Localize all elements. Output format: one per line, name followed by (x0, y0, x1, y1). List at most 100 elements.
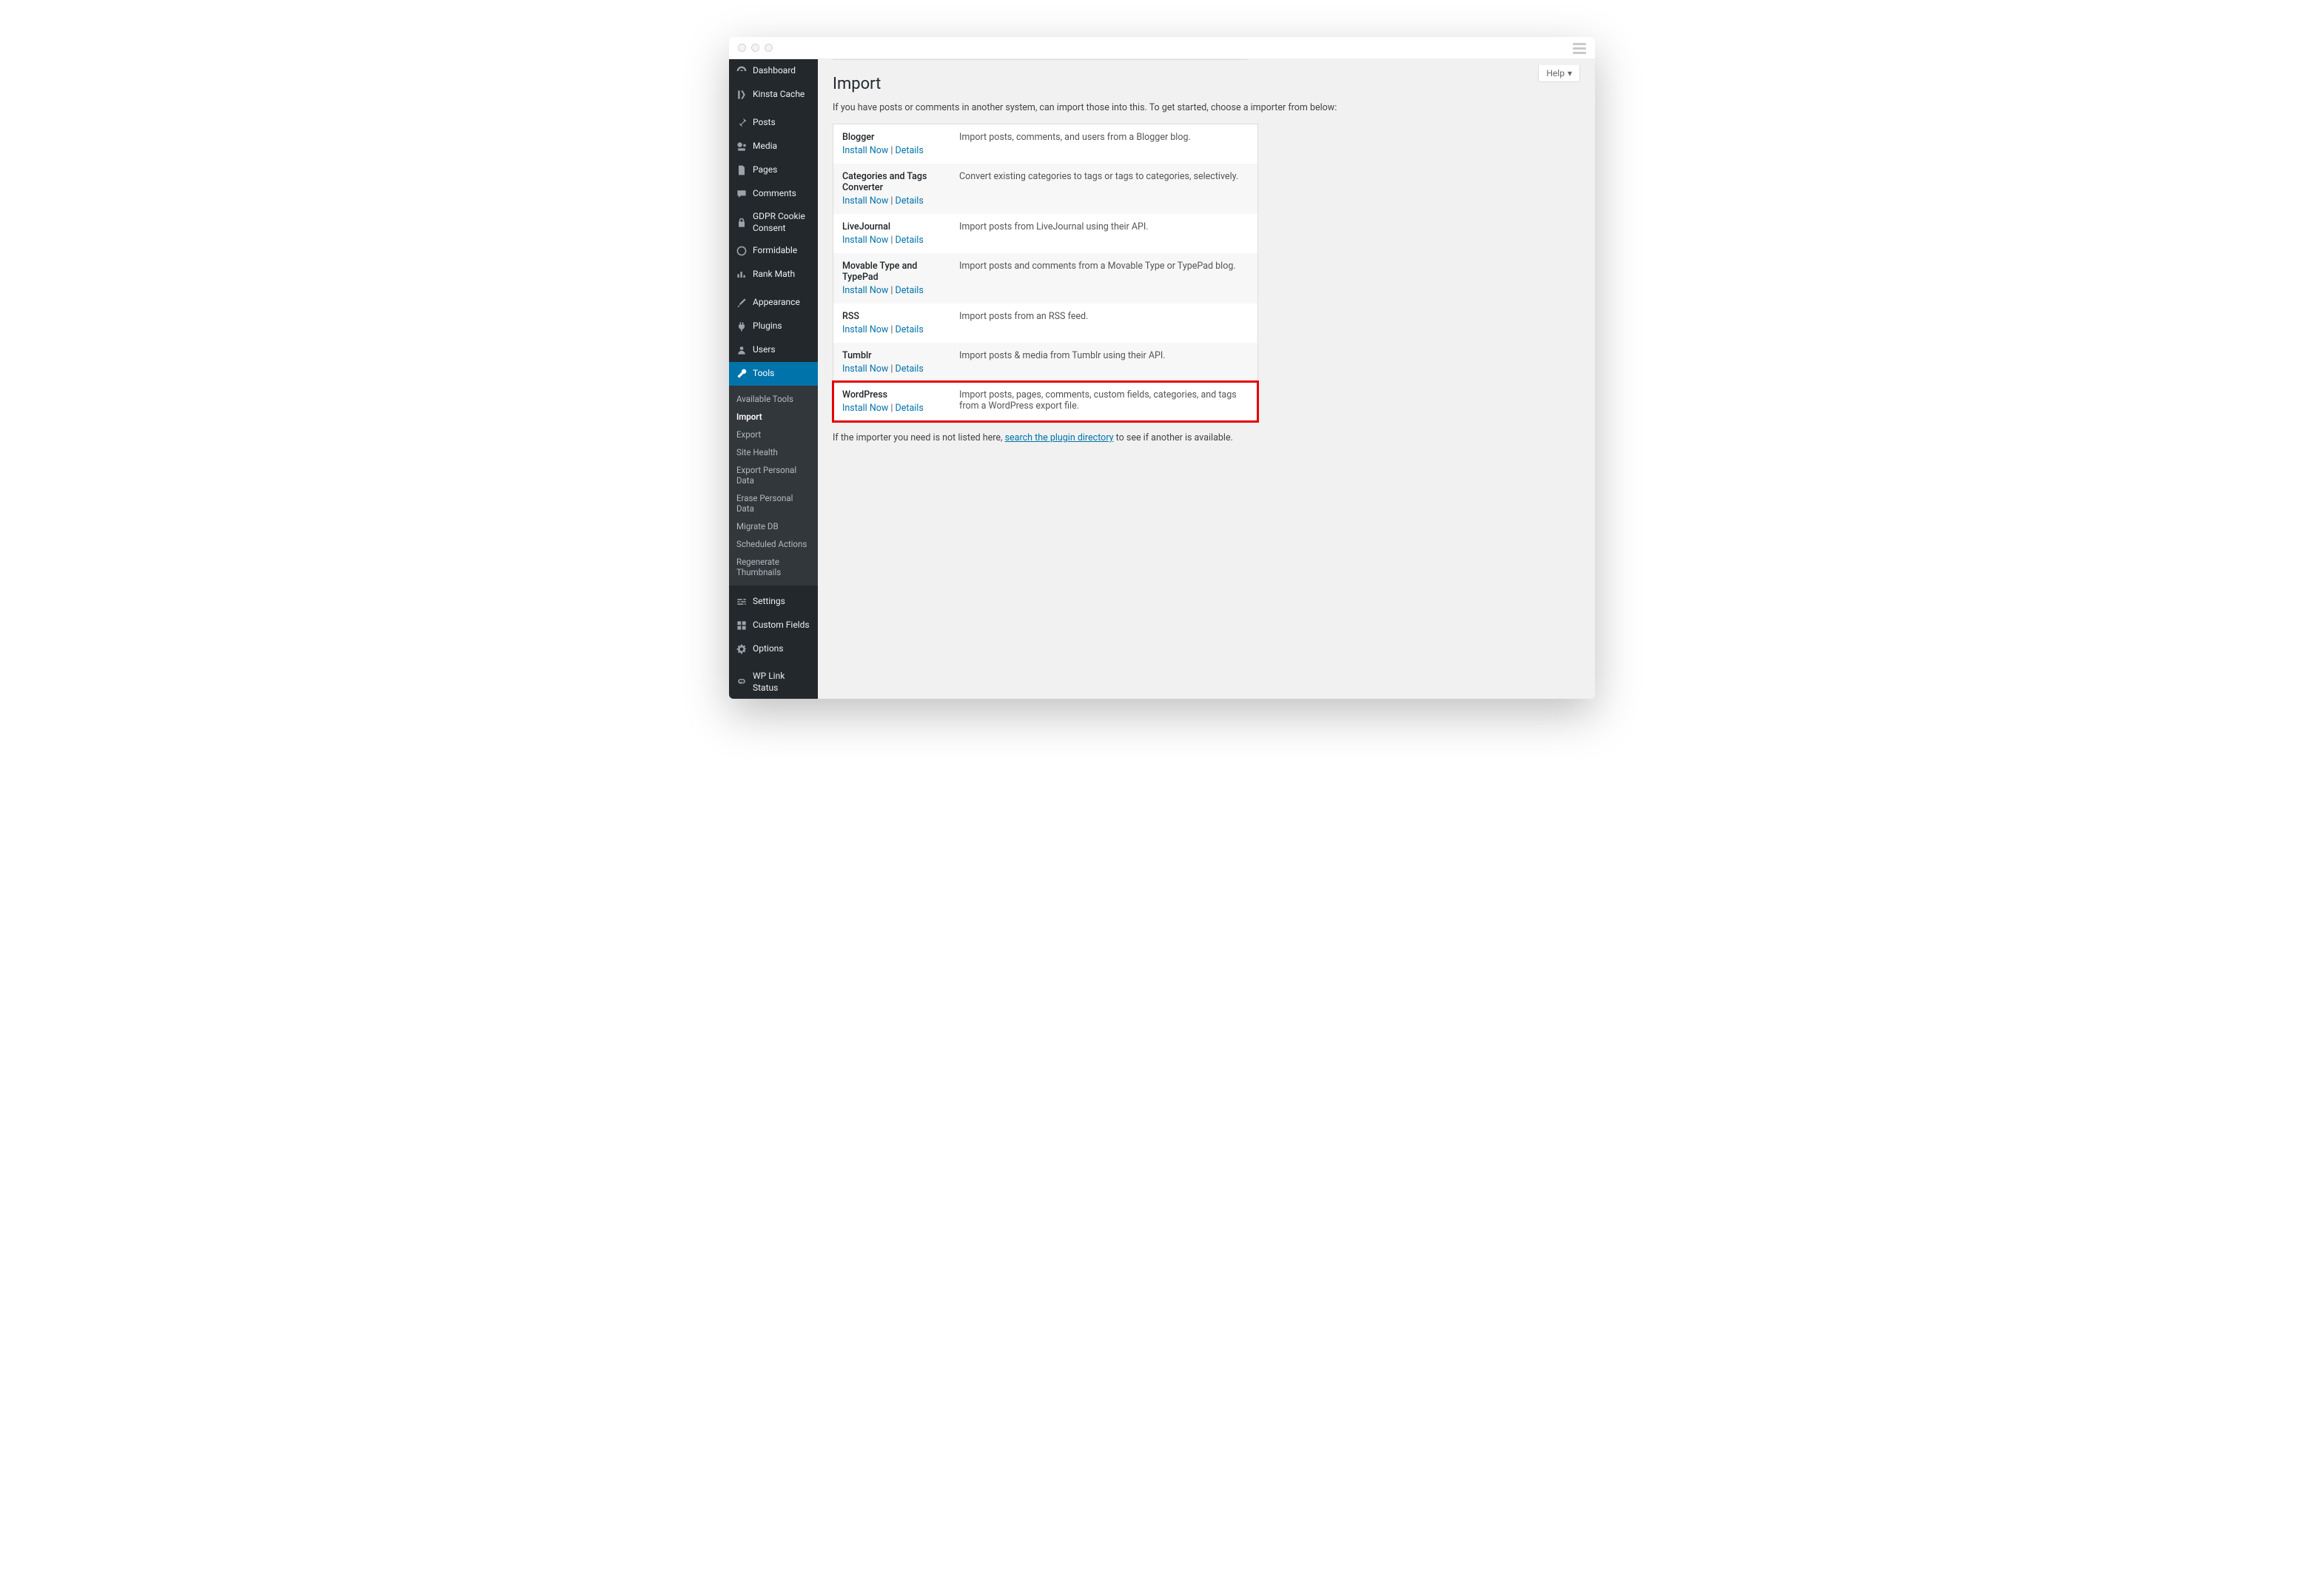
hamburger-icon[interactable] (1573, 43, 1586, 54)
importer-actions: Install Now | Details (842, 145, 950, 156)
sidebar-item-settings[interactable]: Settings (729, 590, 818, 614)
importer-row-rss: RSSInstall Now | DetailsImport posts fro… (833, 303, 1257, 343)
details-link[interactable]: Details (896, 363, 924, 375)
wrench-icon (735, 367, 748, 380)
install-now-link[interactable]: Install Now (842, 235, 888, 246)
tools-submenu: Available ToolsImportExportSite HealthEx… (729, 386, 818, 586)
close-window-icon[interactable] (738, 44, 746, 52)
footer-text-pre: If the importer you need is not listed h… (833, 432, 1005, 443)
browser-titlebar (729, 37, 1595, 59)
details-link[interactable]: Details (896, 195, 924, 207)
install-now-link[interactable]: Install Now (842, 324, 888, 335)
dashboard-icon (735, 64, 748, 78)
importer-left: Categories and Tags Converter Install Now… (833, 164, 959, 214)
importer-actions: Install Now | Details (842, 363, 950, 375)
search-plugin-directory-link[interactable]: search the plugin directory (1005, 432, 1114, 443)
importer-row-wordpress: WordPress Install Now | Details Import pos… (833, 382, 1257, 421)
importer-description: Import posts, comments, and users from a… (959, 124, 1257, 164)
importer-actions: Install Now | Details (842, 235, 950, 246)
importer-name: Categories and Tags Converter (842, 171, 950, 193)
install-now-link[interactable]: Install Now (842, 363, 888, 375)
sidebar-item-posts[interactable]: Posts (729, 111, 818, 135)
importer-actions: Install Now | Details (842, 285, 950, 296)
sidebar-item-comments[interactable]: Comments (729, 182, 818, 206)
sidebar-item-label: Formidable (753, 245, 797, 257)
user-icon (735, 343, 748, 357)
importer-description: Import posts and comments from a Movable… (959, 253, 1257, 303)
sidebar-item-tools[interactable]: Tools (729, 362, 818, 386)
install-now-link[interactable]: Install Now (842, 145, 888, 156)
submenu-item-import[interactable]: Import (729, 408, 818, 426)
submenu-item-migrate-db[interactable]: Migrate DB (729, 517, 818, 535)
sidebar-item-label: Custom Fields (753, 620, 810, 631)
importer-description: Import posts, pages, comments, custom fi… (959, 382, 1257, 421)
sidebar-item-label: Settings (753, 596, 785, 608)
sidebar-item-users[interactable]: Users (729, 338, 818, 362)
content-area: Help ▾ Import If you have posts or comme… (818, 59, 1595, 699)
intro-text: If you have posts or comments in another… (833, 102, 1580, 113)
sidebar-item-gdpr-cookie-consent[interactable]: GDPR Cookie Consent (729, 206, 818, 239)
divider: | (888, 403, 895, 414)
importer-actions: Install Now | Details (842, 403, 950, 414)
sidebar-item-plugins[interactable]: Plugins (729, 315, 818, 338)
submenu-item-available-tools[interactable]: Available Tools (729, 390, 818, 408)
sidebar-item-kinsta-cache[interactable]: Kinsta Cache (729, 83, 818, 107)
link-icon (735, 676, 748, 689)
sidebar-item-appearance[interactable]: Appearance (729, 291, 818, 315)
sidebar-item-rank-math[interactable]: Rank Math (729, 263, 818, 286)
submenu-item-scheduled-actions[interactable]: Scheduled Actions (729, 535, 818, 553)
chevron-down-icon: ▾ (1568, 68, 1572, 78)
importer-description: Import posts & media from Tumblr using t… (959, 343, 1257, 382)
maximize-window-icon[interactable] (765, 44, 773, 52)
importer-name: Movable Type and TypePad (842, 261, 950, 283)
minimize-window-icon[interactable] (751, 44, 759, 52)
grid-icon (735, 619, 748, 632)
details-link[interactable]: Details (896, 285, 924, 296)
sidebar-item-label: Posts (753, 117, 776, 129)
help-tab[interactable]: Help ▾ (1538, 65, 1580, 82)
importer-name: WordPress (842, 389, 950, 400)
importer-name: RSS (842, 311, 950, 322)
submenu-item-regenerate-thumbnails[interactable]: Regenerate Thumbnails (729, 553, 818, 581)
admin-sidebar: DashboardKinsta Cache Posts MediaPagesComm… (729, 59, 818, 699)
importer-actions: Install Now | Details (842, 324, 950, 335)
importer-name: Blogger (842, 132, 950, 143)
sidebar-item-custom-fields[interactable]: Custom Fields (729, 614, 818, 637)
sidebar-item-pages[interactable]: Pages (729, 158, 818, 182)
divider: | (888, 195, 895, 207)
brush-icon (735, 296, 748, 309)
install-now-link[interactable]: Install Now (842, 403, 888, 414)
install-now-link[interactable]: Install Now (842, 195, 888, 207)
submenu-item-export-personal-data[interactable]: Export Personal Data (729, 461, 818, 489)
wp-admin: DashboardKinsta Cache Posts MediaPagesComm… (729, 59, 1595, 699)
divider: | (888, 324, 895, 335)
circle-icon (735, 244, 748, 258)
details-link[interactable]: Details (896, 403, 924, 414)
sidebar-item-dashboard[interactable]: Dashboard (729, 59, 818, 83)
details-link[interactable]: Details (896, 145, 924, 156)
sidebar-item-wp-link-status[interactable]: WP Link Status (729, 665, 818, 699)
sidebar-item-media[interactable]: Media (729, 135, 818, 158)
sidebar-item-formidable[interactable]: Formidable (729, 239, 818, 263)
sidebar-item-label: Appearance (753, 297, 800, 309)
details-link[interactable]: Details (896, 235, 924, 246)
chart-icon (735, 268, 748, 281)
divider: | (888, 145, 895, 156)
top-divider (833, 59, 1247, 60)
submenu-item-erase-personal-data[interactable]: Erase Personal Data (729, 489, 818, 517)
importer-table: Blogger Install Now | Details Import posts… (833, 124, 1258, 422)
plug-icon (735, 320, 748, 333)
submenu-item-site-health[interactable]: Site Health (729, 443, 818, 461)
install-now-link[interactable]: Install Now (842, 285, 888, 296)
importer-description: Convert existing categories to tags or t… (959, 164, 1257, 214)
divider: | (888, 235, 895, 246)
importer-row-categories-and-tags-converter: Categories and Tags Converter Install Now… (833, 164, 1257, 214)
importer-left: WordPress Install Now | Details (833, 382, 959, 421)
sidebar-item-label: Rank Math (753, 269, 795, 281)
submenu-item-export[interactable]: Export (729, 426, 818, 443)
help-label: Help (1546, 68, 1565, 78)
details-link[interactable]: Details (896, 324, 924, 335)
gear-icon (735, 643, 748, 656)
sidebar-item-options[interactable]: Options (729, 637, 818, 661)
kinsta-icon (735, 88, 748, 101)
